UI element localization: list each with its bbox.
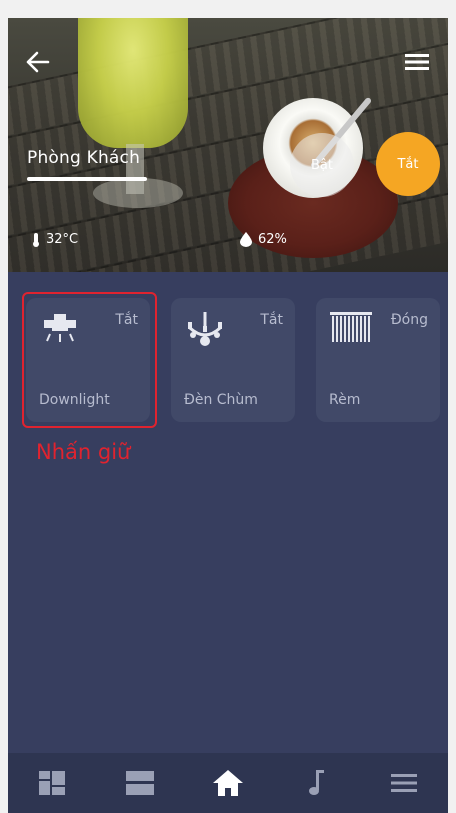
temperature-value: 32°C	[46, 232, 79, 247]
scenes-icon	[126, 771, 154, 795]
device-tile-chandelier[interactable]: Tắt Đèn Chùm	[171, 298, 295, 422]
app-screen: Phòng Khách Bật Tắt 32°C 62% Tắt Downlig…	[8, 18, 448, 813]
all-on-label: Bật	[311, 157, 333, 173]
downlight-icon	[40, 312, 80, 350]
humidity-readout: 62%	[240, 232, 287, 247]
hamburger-menu-icon[interactable]	[404, 52, 430, 72]
device-name: Rèm	[329, 392, 361, 408]
nav-item-home[interactable]	[184, 753, 272, 813]
nav-item-menu[interactable]	[360, 753, 448, 813]
curtain-icon	[330, 312, 372, 348]
tutorial-hint-text: Nhấn giữ	[36, 440, 131, 464]
thermometer-icon	[33, 232, 39, 247]
nav-item-music[interactable]	[272, 753, 360, 813]
water-drop-icon	[240, 232, 252, 247]
device-name: Downlight	[39, 392, 110, 408]
grid-icon	[39, 771, 65, 795]
device-name: Đèn Chùm	[184, 392, 258, 408]
all-off-label: Tắt	[397, 156, 419, 172]
bottom-nav	[8, 753, 448, 813]
all-on-button[interactable]: Bật	[290, 133, 354, 197]
nav-item-scenes[interactable]	[96, 753, 184, 813]
device-state: Tắt	[260, 312, 283, 328]
device-state: Tắt	[115, 312, 138, 328]
temperature-readout: 32°C	[32, 232, 78, 247]
humidity-value: 62%	[258, 232, 287, 247]
room-title: Phòng Khách	[27, 148, 141, 168]
menu-icon	[391, 774, 417, 792]
home-icon	[213, 770, 243, 796]
device-tile-downlight[interactable]: Tắt Downlight	[26, 298, 150, 422]
music-icon	[309, 770, 324, 795]
all-off-button[interactable]: Tắt	[376, 132, 440, 196]
nav-item-grid[interactable]	[8, 753, 96, 813]
device-state: Đóng	[390, 312, 428, 328]
back-arrow-icon[interactable]	[25, 50, 51, 74]
room-title-underline	[27, 177, 147, 181]
chandelier-icon	[185, 312, 225, 352]
device-tile-curtain[interactable]: Đóng Rèm	[316, 298, 440, 422]
